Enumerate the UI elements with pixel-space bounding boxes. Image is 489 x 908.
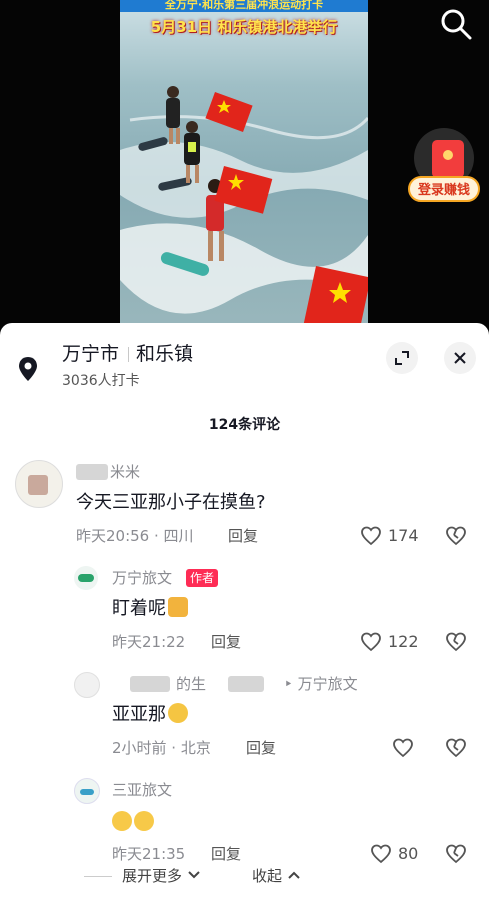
- expand-more-label: 展开更多: [122, 867, 183, 885]
- reply-button[interactable]: 回复: [211, 844, 241, 864]
- location-divider: [128, 347, 129, 362]
- heart-icon: [361, 526, 381, 546]
- dislike-icon[interactable]: [445, 737, 467, 759]
- divider-line: [84, 876, 112, 877]
- chevron-up-icon: [288, 871, 300, 879]
- heart-icon: [361, 632, 381, 652]
- chevron-down-icon: [188, 871, 200, 879]
- dislike-icon[interactable]: [445, 525, 467, 547]
- reply-target[interactable]: ‣ 万宁旅文: [284, 674, 358, 694]
- comment-item: 米米 今天三亚那小子在摸鱼? 昨天20:56 · 四川 回复 174: [0, 458, 489, 558]
- reward-label: 登录赚钱: [408, 176, 480, 202]
- video-title: 5月31日 和乐镇港北港举行: [150, 18, 338, 36]
- expand-more-button[interactable]: 展开更多: [122, 866, 201, 886]
- avatar[interactable]: [74, 778, 100, 804]
- video-player[interactable]: 全万宁·和乐第三届冲浪运动打卡 5月31日 和乐镇港北港举行 登录赚钱: [0, 0, 489, 340]
- replies-controls: 展开更多 收起: [0, 862, 489, 892]
- collapse-label: 收起: [252, 867, 283, 885]
- like-count: 80: [398, 844, 419, 863]
- bag-emoji-icon: [168, 703, 188, 723]
- comment-author[interactable]: 三亚旅文: [112, 780, 172, 800]
- video-frame: 全万宁·和乐第三届冲浪运动打卡 5月31日 和乐镇港北港举行: [120, 0, 368, 340]
- avatar[interactable]: [74, 566, 98, 590]
- dislike-icon[interactable]: [445, 631, 467, 653]
- location-pin-icon: [19, 357, 37, 381]
- heart-icon: [393, 738, 413, 758]
- login-reward-button[interactable]: 登录赚钱: [408, 128, 480, 208]
- comment-reply: 万宁旅文 作者 盯着呢 昨天21:22 回复 122: [0, 566, 489, 666]
- reply-button[interactable]: 回复: [211, 632, 241, 652]
- like-count: 122: [388, 632, 419, 651]
- avatar[interactable]: [15, 460, 63, 508]
- crying-face-emoji-icon: [112, 811, 132, 831]
- comment-reply: 的生 ‣ 万宁旅文 亚亚那 2小时前 · 北京 回复: [0, 672, 489, 772]
- blurred-name: [228, 676, 264, 692]
- comment-reply: 三亚旅文 昨天21:35 回复 80: [0, 778, 489, 868]
- collapse-button[interactable]: 收起: [252, 866, 301, 886]
- comment-meta: 2小时前 · 北京: [112, 739, 211, 757]
- expand-icon: [395, 351, 409, 365]
- comment-text: 亚亚那: [112, 702, 188, 728]
- comment-author[interactable]: 的生: [176, 674, 206, 694]
- comment-text: 今天三亚那小子在摸鱼?: [76, 492, 266, 513]
- blurred-name: [76, 464, 108, 480]
- red-envelope-icon: [432, 140, 464, 178]
- comment-meta: 昨天21:22: [112, 633, 186, 651]
- like-button[interactable]: 174: [360, 525, 420, 547]
- comment-meta: 昨天20:56 · 四川: [76, 527, 194, 545]
- author-badge: 作者: [186, 569, 219, 587]
- comment-text-content: 亚亚那: [112, 704, 166, 725]
- expand-button[interactable]: [386, 342, 418, 374]
- blurred-name: [130, 676, 170, 692]
- reply-button[interactable]: 回复: [246, 738, 276, 758]
- comment-text: [112, 810, 154, 836]
- comment-author[interactable]: 万宁旅文: [112, 568, 172, 588]
- comment-author[interactable]: 米米: [110, 462, 140, 482]
- search-icon: [441, 9, 472, 40]
- close-button[interactable]: [444, 342, 476, 374]
- location-town[interactable]: 和乐镇: [136, 341, 193, 367]
- avatar[interactable]: [74, 672, 100, 698]
- comment-text: 盯着呢: [112, 596, 188, 622]
- like-button[interactable]: 122: [360, 631, 420, 653]
- crying-face-emoji-icon: [134, 811, 154, 831]
- flag: [205, 92, 253, 132]
- search-button[interactable]: [438, 6, 474, 42]
- reply-button[interactable]: 回复: [228, 526, 258, 546]
- comments-count: 124条评论: [208, 417, 281, 433]
- like-button[interactable]: [392, 737, 416, 759]
- location-city[interactable]: 万宁市: [62, 341, 119, 367]
- video-title-top: 全万宁·和乐第三届冲浪运动打卡: [120, 0, 368, 12]
- checkin-count: 3036人打卡: [62, 373, 140, 389]
- close-icon: [454, 352, 466, 364]
- comment-meta: 昨天21:35: [112, 845, 186, 863]
- comment-text-content: 盯着呢: [112, 598, 166, 619]
- cat-emoji-icon: [168, 597, 188, 617]
- like-count: 174: [388, 526, 419, 545]
- video-scene: [120, 86, 368, 340]
